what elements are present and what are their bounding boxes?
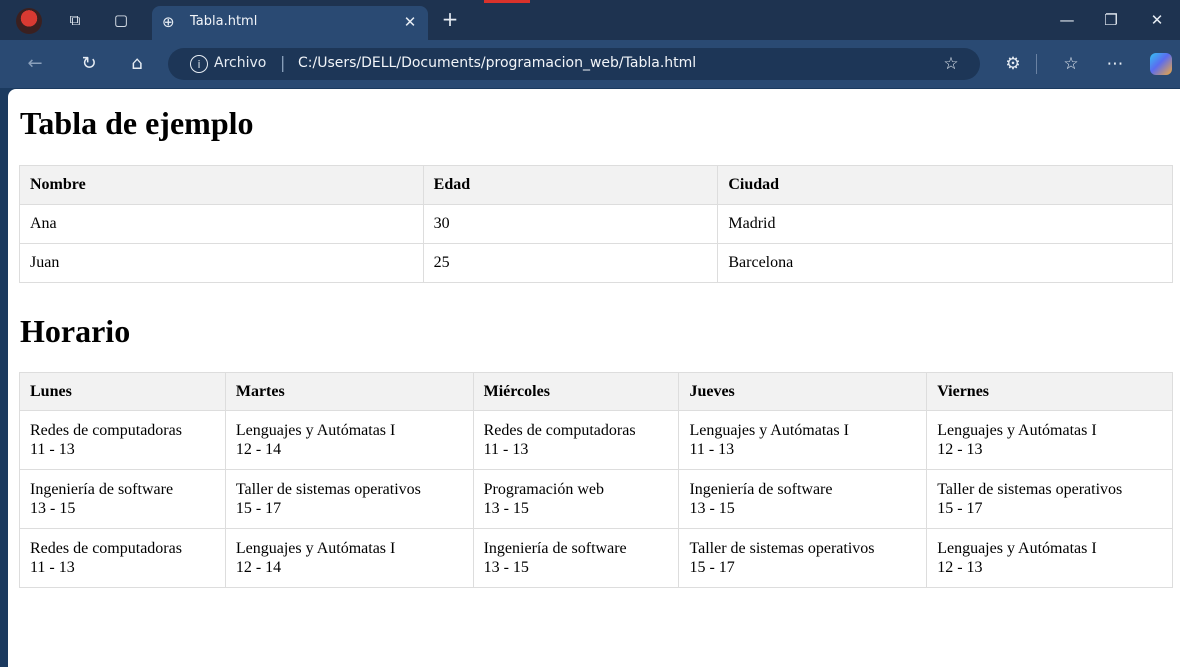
table-cell: 25 (422, 243, 719, 283)
table-cell: Madrid (717, 204, 1173, 244)
subject-text: Ingeniería de software (689, 481, 833, 498)
table-header-row: Lunes Martes Miércoles Jueves Viernes (19, 372, 1173, 411)
table-row: Ingeniería de software 13 - 15 Taller de … (19, 469, 1173, 529)
column-header: Edad (422, 165, 719, 205)
subject-text: Lenguajes y Autómatas I (689, 422, 849, 439)
subject-text: Taller de sistemas operativos (689, 540, 875, 557)
copilot-icon[interactable] (1150, 53, 1172, 75)
time-text: 12 - 14 (235, 559, 282, 576)
subject-text: Taller de sistemas operativos (937, 481, 1123, 498)
url-text[interactable]: C:/Users/DELL/Documents/programacion_web… (298, 55, 696, 71)
back-button[interactable]: ← (22, 51, 48, 77)
site-label: Archivo (214, 55, 267, 71)
subject-text: Taller de sistemas operativos (235, 481, 421, 498)
table-cell: Taller de sistemas operativos 15 - 17 (678, 528, 928, 588)
time-text: 13 - 15 (483, 559, 529, 576)
table-cell: Barcelona (717, 243, 1173, 283)
time-text: 12 - 14 (235, 441, 282, 458)
extensions-icon[interactable]: ⚙ (1000, 51, 1026, 77)
table-cell: Redes de computadoras 11 - 13 (19, 410, 226, 470)
time-text: 11 - 13 (483, 441, 529, 458)
column-header: Jueves (678, 372, 928, 411)
subject-text: Lenguajes y Autómatas I (937, 422, 1097, 439)
column-header: Miércoles (472, 372, 680, 411)
info-icon[interactable]: i (190, 55, 208, 73)
subject-text: Ingeniería de software (483, 540, 627, 557)
close-window-button[interactable]: ✕ (1142, 6, 1172, 34)
profile-avatar[interactable] (16, 8, 42, 34)
globe-icon: ⊕ (162, 13, 175, 31)
time-text: 11 - 13 (30, 559, 75, 576)
tab-active[interactable]: ⊕ Tabla.html ✕ (152, 6, 428, 40)
table-cell: Lenguajes y Autómatas I 12 - 14 (224, 410, 474, 470)
table-cell: Programación web 13 - 15 (472, 469, 680, 529)
browser-tab-bar: ⧉ ▢ ⊕ Tabla.html ✕ + — ❐ ✕ (0, 0, 1180, 40)
subject-text: Programación web (483, 481, 604, 498)
time-text: 13 - 15 (689, 500, 735, 517)
time-text: 15 - 17 (235, 500, 282, 517)
time-text: 15 - 17 (689, 559, 735, 576)
time-text: 12 - 13 (937, 559, 983, 576)
time-text: 12 - 13 (937, 441, 983, 458)
subject-text: Lenguajes y Autómatas I (937, 540, 1097, 557)
table-row: Ana 30 Madrid (19, 204, 1173, 244)
address-toolbar: ← ↻ ⌂ i Archivo | C:/Users/DELL/Document… (0, 40, 1180, 88)
table-cell: Lenguajes y Autómatas I 11 - 13 (678, 410, 928, 470)
time-text: 11 - 13 (30, 441, 75, 458)
time-text: 13 - 15 (483, 500, 529, 517)
table-header-row: Nombre Edad Ciudad (19, 165, 1173, 205)
tab-actions-icon[interactable]: ▢ (110, 9, 132, 31)
time-text: 11 - 13 (689, 441, 735, 458)
toolbar-separator (1036, 54, 1037, 74)
table-cell: Redes de computadoras 11 - 13 (19, 528, 226, 588)
table-cell: Lenguajes y Autómatas I 12 - 13 (926, 410, 1173, 470)
workspaces-icon[interactable]: ⧉ (64, 9, 86, 31)
page-content: Tabla de ejemplo Nombre Edad Ciudad Ana … (8, 89, 1180, 667)
table-cell: Taller de sistemas operativos 15 - 17 (926, 469, 1173, 529)
tabla-ejemplo: Nombre Edad Ciudad Ana 30 Madrid Juan 25… (19, 165, 1173, 283)
home-button[interactable]: ⌂ (124, 51, 150, 77)
table-cell: Redes de computadoras 11 - 13 (472, 410, 680, 470)
table-cell: Taller de sistemas operativos 15 - 17 (224, 469, 474, 529)
subject-text: Redes de computadoras (483, 422, 636, 439)
subject-text: Redes de computadoras (30, 540, 182, 557)
more-menu-icon[interactable]: ⋯ (1102, 51, 1128, 77)
table-cell: Lenguajes y Autómatas I 12 - 14 (224, 528, 474, 588)
restore-button[interactable]: ❐ (1096, 6, 1126, 34)
column-header: Nombre (19, 165, 424, 205)
column-header: Ciudad (717, 165, 1173, 205)
time-text: 13 - 15 (30, 500, 76, 517)
minimize-button[interactable]: — (1052, 6, 1082, 34)
subject-text: Lenguajes y Autómatas I (235, 422, 396, 439)
table-cell: Ingeniería de software 13 - 15 (472, 528, 680, 588)
subject-text: Redes de computadoras (30, 422, 182, 439)
table-cell: Ingeniería de software 13 - 15 (678, 469, 928, 529)
heading-tabla-de-ejemplo: Tabla de ejemplo (20, 105, 254, 141)
add-favorite-icon[interactable]: ☆ (940, 53, 962, 75)
table-cell: Ana (19, 204, 424, 244)
table-cell: Juan (19, 243, 424, 283)
table-cell: Ingeniería de software 13 - 15 (19, 469, 226, 529)
tab-title: Tabla.html (190, 14, 258, 29)
address-bar[interactable]: i Archivo | C:/Users/DELL/Documents/prog… (168, 48, 980, 80)
tab-bar-accent (484, 0, 530, 3)
time-text: 15 - 17 (937, 500, 983, 517)
tabla-horario: Lunes Martes Miércoles Jueves Viernes Re… (19, 372, 1173, 588)
table-cell: 30 (422, 204, 719, 244)
new-tab-button[interactable]: + (437, 6, 463, 32)
address-separator: | (280, 53, 286, 72)
column-header: Martes (224, 372, 474, 411)
column-header: Viernes (926, 372, 1173, 411)
subject-text: Lenguajes y Autómatas I (235, 540, 396, 557)
table-row: Juan 25 Barcelona (19, 243, 1173, 283)
table-row: Redes de computadoras 11 - 13 Lenguajes y… (19, 410, 1173, 470)
heading-horario: Horario (20, 313, 131, 349)
favorites-icon[interactable]: ☆ (1058, 51, 1084, 77)
subject-text: Ingeniería de software (30, 481, 174, 498)
table-row: Redes de computadoras 11 - 13 Lenguajes y… (19, 528, 1173, 588)
refresh-button[interactable]: ↻ (76, 51, 102, 77)
table-cell: Lenguajes y Autómatas I 12 - 13 (926, 528, 1173, 588)
column-header: Lunes (19, 372, 226, 411)
close-tab-icon[interactable]: ✕ (400, 12, 420, 32)
